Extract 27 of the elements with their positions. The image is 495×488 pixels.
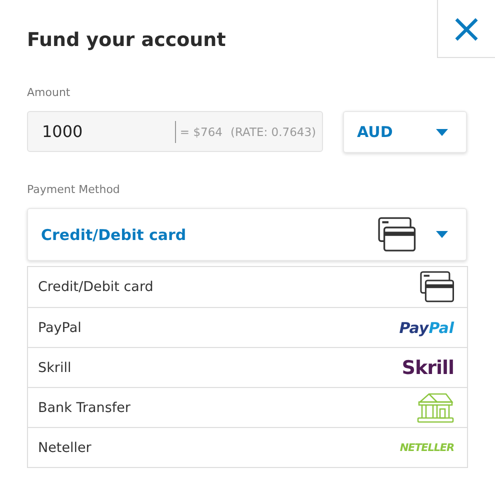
payment-option[interactable]: Skrill Skrill — [28, 347, 467, 387]
credit-card-icon — [420, 270, 454, 304]
payment-option[interactable]: Bank Transfer — [28, 387, 467, 427]
paypal-logo: PayPal — [399, 318, 454, 336]
option-label: Skrill — [38, 360, 72, 376]
bank-icon — [416, 392, 454, 424]
dropdown-caret-icon — [436, 231, 448, 238]
option-label: Neteller — [38, 440, 92, 456]
neteller-logo: NETELLER — [400, 442, 454, 454]
dialog-title: Fund your account — [27, 29, 226, 51]
exchange-rate: (RATE: 0.7643) — [230, 124, 316, 138]
close-button[interactable]: × — [437, 0, 495, 58]
skrill-logo: Skrill — [402, 356, 454, 378]
payment-method-select[interactable]: Credit/Debit card — [27, 208, 467, 261]
field-label: Payment Method — [27, 183, 121, 196]
option-label: PayPal — [38, 320, 82, 336]
credit-card-icon — [378, 216, 416, 252]
payment-option[interactable]: Neteller NETELLER — [28, 427, 467, 467]
converted-amount: = $764 — [180, 124, 222, 138]
field-label: Amount — [27, 86, 72, 99]
payment-option[interactable]: Credit/Debit card — [28, 267, 467, 307]
dropdown-caret-icon — [436, 128, 448, 136]
currency-select[interactable]: AUD — [343, 111, 467, 153]
option-label: Credit/Debit card — [38, 279, 154, 295]
amount-field[interactable]: 1000 = $764 (RATE: 0.7643) — [27, 111, 323, 152]
payment-option[interactable]: PayPal PayPal — [28, 307, 467, 347]
option-label: Bank Transfer — [38, 400, 130, 416]
